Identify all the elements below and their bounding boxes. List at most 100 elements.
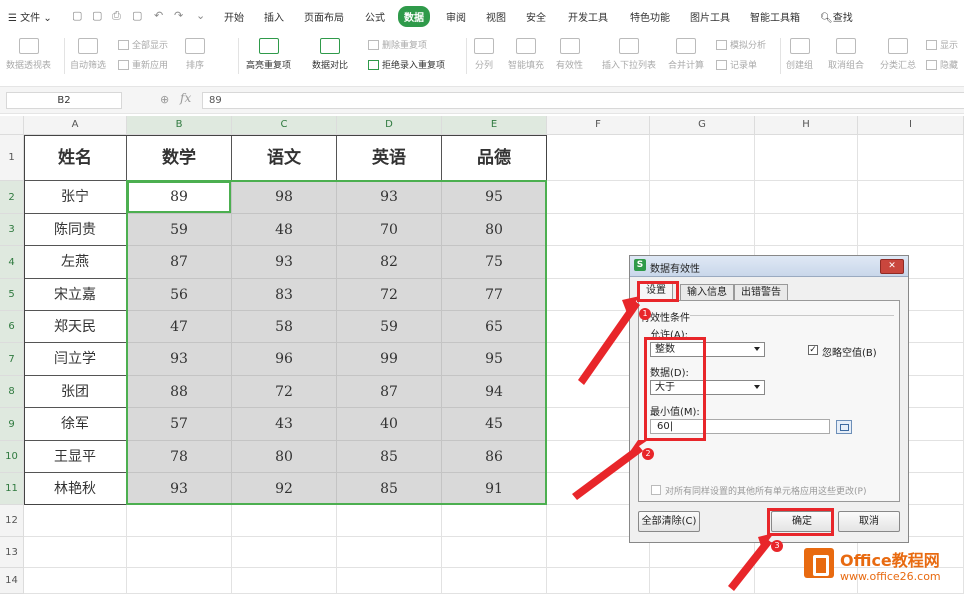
simulate-analysis-button[interactable]: 模拟分析 [716, 38, 766, 51]
score-cell[interactable]: 95 [442, 181, 547, 214]
empty-cell[interactable] [337, 537, 442, 568]
score-cell[interactable]: 40 [337, 408, 442, 441]
delete-duplicates-button[interactable]: 删除重复项 [368, 38, 427, 51]
empty-cell[interactable] [337, 505, 442, 537]
row-header-11[interactable]: 11 [0, 473, 24, 505]
apply-all-checkbox[interactable] [651, 485, 661, 495]
score-cell[interactable]: 59 [337, 311, 442, 343]
score-cell[interactable]: 47 [127, 311, 232, 343]
empty-cell[interactable] [547, 214, 650, 246]
tab-developer[interactable]: 开发工具 [568, 9, 608, 24]
table-header-cell[interactable]: 数学 [127, 135, 232, 181]
student-name-cell[interactable]: 郑天民 [24, 311, 127, 343]
student-name-cell[interactable]: 闫立学 [24, 343, 127, 376]
score-cell[interactable]: 58 [232, 311, 337, 343]
empty-cell[interactable] [858, 135, 964, 181]
tab-page-layout[interactable]: 页面布局 [304, 9, 344, 24]
empty-cell[interactable] [547, 135, 650, 181]
score-cell[interactable]: 75 [442, 246, 547, 279]
empty-cell[interactable] [232, 568, 337, 594]
score-cell[interactable]: 45 [442, 408, 547, 441]
min-value-input[interactable]: 60| [650, 419, 830, 434]
row-header-10[interactable]: 10 [0, 441, 24, 473]
score-cell[interactable]: 77 [442, 279, 547, 311]
insert-dropdown-button[interactable]: 插入下拉列表 [602, 38, 656, 71]
reject-duplicates-button[interactable]: 拒绝录入重复项 [368, 58, 445, 71]
smart-fill-button[interactable]: 智能填充 [508, 38, 544, 71]
record-form-button[interactable]: 记录单 [716, 58, 757, 71]
score-cell[interactable]: 59 [127, 214, 232, 246]
empty-cell[interactable] [24, 537, 127, 568]
empty-cell[interactable] [442, 568, 547, 594]
row-header-12[interactable]: 12 [0, 505, 24, 537]
column-header-g[interactable]: G [650, 116, 755, 135]
ungroup-button[interactable]: 取消组合 [828, 38, 864, 71]
autofilter-button[interactable]: 自动筛选 [70, 38, 106, 71]
score-cell[interactable]: 93 [337, 181, 442, 214]
row-header-2[interactable]: 2 [0, 181, 24, 214]
ok-button[interactable]: 确定 [771, 511, 833, 532]
empty-cell[interactable] [442, 537, 547, 568]
empty-cell[interactable] [547, 181, 650, 214]
split-column-button[interactable]: 分列 [474, 38, 494, 71]
empty-cell[interactable] [127, 505, 232, 537]
row-header-6[interactable]: 6 [0, 311, 24, 343]
empty-cell[interactable] [442, 505, 547, 537]
table-header-cell[interactable]: 姓名 [24, 135, 127, 181]
cancel-button[interactable]: 取消 [838, 511, 900, 532]
score-cell[interactable]: 48 [232, 214, 337, 246]
row-header-13[interactable]: 13 [0, 537, 24, 568]
save-icon[interactable]: ▢ [72, 9, 82, 22]
score-cell[interactable]: 92 [232, 473, 337, 505]
zoom-icon[interactable]: ⊕ [160, 93, 169, 106]
name-box[interactable]: B2 [6, 92, 122, 109]
data-operator-select[interactable]: 大于 [650, 380, 765, 395]
column-header-h[interactable]: H [755, 116, 858, 135]
select-all-corner[interactable] [0, 116, 24, 135]
tab-special[interactable]: 特色功能 [630, 9, 670, 24]
tab-settings[interactable]: 设置 [639, 282, 673, 301]
student-name-cell[interactable]: 张宁 [24, 181, 127, 214]
student-name-cell[interactable]: 张团 [24, 376, 127, 408]
empty-cell[interactable] [337, 568, 442, 594]
column-header-e[interactable]: E [442, 116, 547, 135]
print-icon[interactable]: ⎙ [112, 9, 121, 23]
empty-cell[interactable] [755, 214, 858, 246]
hide-detail-button[interactable]: 隐藏 [926, 58, 958, 71]
score-cell[interactable]: 87 [337, 376, 442, 408]
search-button[interactable]: 🔍︎查找 [820, 9, 853, 24]
score-cell[interactable]: 85 [337, 441, 442, 473]
range-picker-button[interactable] [836, 420, 852, 434]
export-icon[interactable]: ▢ [92, 9, 102, 22]
tab-input-message[interactable]: 输入信息 [680, 284, 734, 301]
empty-cell[interactable] [127, 568, 232, 594]
formula-input[interactable]: 89 [202, 92, 964, 109]
score-cell[interactable]: 93 [232, 246, 337, 279]
row-header-14[interactable]: 14 [0, 568, 24, 594]
score-cell[interactable]: 93 [127, 343, 232, 376]
empty-cell[interactable] [755, 135, 858, 181]
score-cell[interactable]: 88 [127, 376, 232, 408]
student-name-cell[interactable]: 左燕 [24, 246, 127, 279]
empty-cell[interactable] [24, 505, 127, 537]
empty-cell[interactable] [858, 181, 964, 214]
score-cell[interactable]: 70 [337, 214, 442, 246]
fx-icon[interactable]: fx [180, 91, 191, 105]
create-group-button[interactable]: 创建组 [786, 38, 813, 71]
show-detail-button[interactable]: 显示 [926, 38, 958, 51]
score-cell[interactable]: 78 [127, 441, 232, 473]
tab-start[interactable]: 开始 [224, 9, 244, 24]
score-cell[interactable]: 96 [232, 343, 337, 376]
redo-icon[interactable]: ↷ [174, 9, 183, 22]
score-cell[interactable]: 72 [232, 376, 337, 408]
highlight-duplicates-button[interactable]: 高亮重复项 [246, 38, 291, 71]
score-cell[interactable]: 65 [442, 311, 547, 343]
column-header-b[interactable]: B [127, 116, 232, 135]
column-header-i[interactable]: I [858, 116, 964, 135]
score-cell[interactable]: 91 [442, 473, 547, 505]
student-name-cell[interactable]: 徐军 [24, 408, 127, 441]
row-header-8[interactable]: 8 [0, 376, 24, 408]
empty-cell[interactable] [24, 568, 127, 594]
tab-security[interactable]: 安全 [526, 9, 546, 24]
row-header-5[interactable]: 5 [0, 279, 24, 311]
